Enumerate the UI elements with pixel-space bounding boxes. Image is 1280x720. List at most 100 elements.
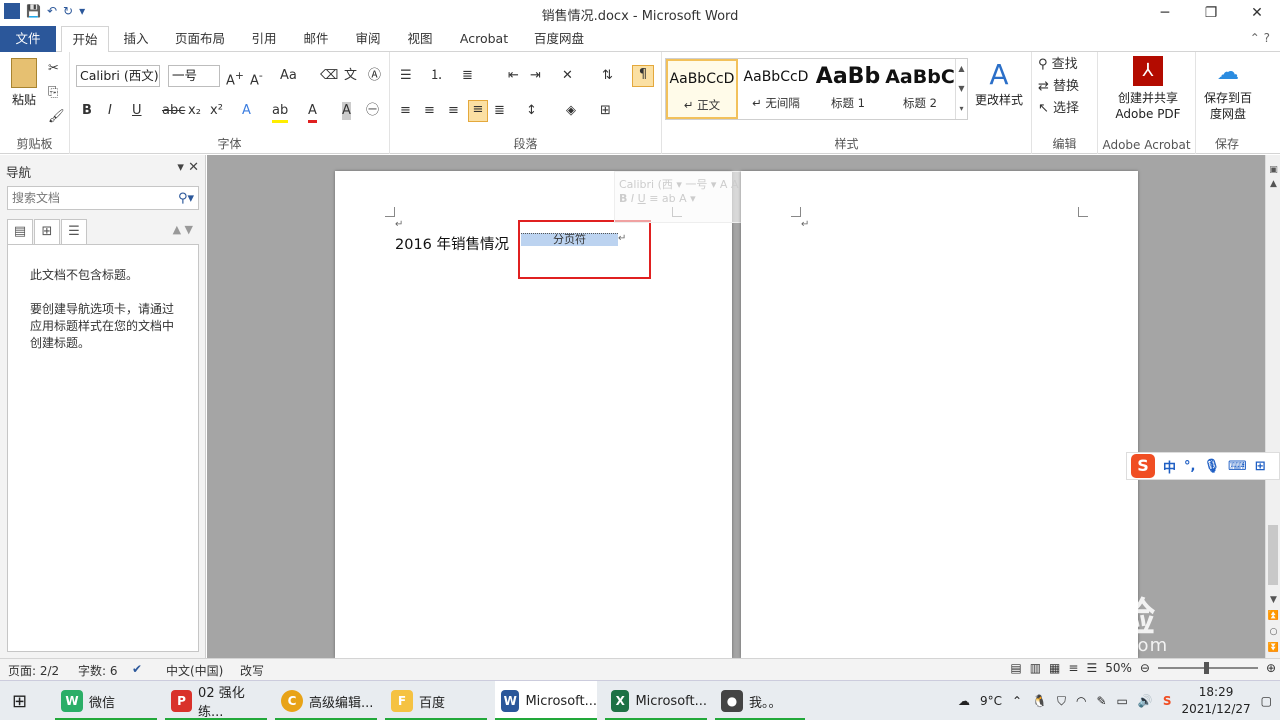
scroll-down-icon[interactable]: ▼: [1266, 595, 1280, 605]
tab-file[interactable]: 文件: [0, 26, 56, 52]
decrease-indent-icon[interactable]: ⇤: [508, 67, 519, 85]
full-screen-icon[interactable]: ▥: [1030, 661, 1041, 675]
strikethrough-icon[interactable]: abc: [162, 102, 185, 120]
taskbar-item-chrome[interactable]: C 高级编辑...: [275, 681, 377, 720]
distributed-icon[interactable]: ≣: [494, 102, 505, 120]
taskbar-item-pdf[interactable]: P 02 强化练...: [165, 681, 267, 720]
increase-indent-icon[interactable]: ⇥: [530, 67, 541, 85]
zoom-thumb[interactable]: [1203, 662, 1209, 674]
phonetic-icon[interactable]: 文: [344, 67, 357, 85]
draft-icon[interactable]: ☰: [1086, 661, 1097, 675]
enclose-char-icon[interactable]: ㊀: [366, 102, 379, 120]
borders-icon[interactable]: ⊞: [600, 102, 611, 120]
taskbar-item-excel[interactable]: X Microsoft...: [605, 681, 707, 720]
style-normal[interactable]: AaBbCcD ↵ 正文: [666, 59, 738, 119]
tab-layout[interactable]: 页面布局: [168, 26, 232, 52]
change-case-icon[interactable]: Aa: [280, 67, 297, 85]
grow-font-icon[interactable]: A+: [226, 67, 244, 90]
next-arrow-icon[interactable]: ▼: [185, 223, 193, 236]
align-right-icon[interactable]: ≡: [448, 102, 459, 120]
tab-insert[interactable]: 插入: [113, 26, 159, 52]
wifi-icon[interactable]: ◠: [1076, 694, 1086, 708]
copy-icon[interactable]: ⎘: [48, 84, 58, 102]
proofing-icon[interactable]: ✔: [132, 662, 142, 676]
sogou-icon[interactable]: S: [1131, 454, 1155, 478]
restore-button[interactable]: ❐: [1188, 0, 1234, 26]
outline-icon[interactable]: ≡: [1068, 661, 1078, 675]
highlight-icon[interactable]: ab: [272, 102, 289, 123]
qq-icon[interactable]: 🐧: [1032, 694, 1047, 708]
clear-format-icon[interactable]: ⌫: [320, 67, 338, 85]
sogou-tray-icon[interactable]: S: [1163, 694, 1172, 708]
justify-icon[interactable]: ≡: [468, 100, 488, 122]
taskbar-item-app[interactable]: ● 我。。: [715, 681, 805, 720]
microphone-icon[interactable]: 🎙: [1203, 459, 1220, 474]
nav-close-icon[interactable]: ✕: [188, 160, 199, 175]
collapse-ribbon-icon[interactable]: ⌃: [1250, 31, 1260, 45]
prev-arrow-icon[interactable]: ▲: [173, 223, 181, 236]
shrink-font-icon[interactable]: A-: [250, 67, 263, 90]
taskbar-item-folder[interactable]: F 百度: [385, 681, 487, 720]
zoom-in-icon[interactable]: ⊕: [1266, 661, 1276, 675]
gallery-scroll[interactable]: ▲ ▼ ▾: [955, 59, 967, 119]
ime-punct[interactable]: °,: [1184, 459, 1195, 474]
tab-acrobat[interactable]: Acrobat: [452, 26, 516, 52]
format-painter-icon[interactable]: 🖌: [48, 108, 65, 126]
word-count[interactable]: 字数: 6: [78, 662, 118, 679]
grid-icon[interactable]: ⊞: [1255, 459, 1266, 474]
tray-expand-icon[interactable]: ⌃: [1012, 694, 1022, 708]
volume-icon[interactable]: 🔊: [1138, 694, 1153, 708]
paste-button[interactable]: 粘贴: [6, 58, 42, 108]
zoom-level[interactable]: 50%: [1105, 661, 1132, 675]
zoom-out-icon[interactable]: ⊖: [1140, 661, 1150, 675]
tab-view[interactable]: 视图: [400, 26, 440, 52]
tab-headings[interactable]: ▤: [7, 219, 33, 245]
windows-start-icon[interactable]: ⊞: [12, 691, 27, 712]
font-size-select[interactable]: 一号: [168, 65, 220, 87]
ime-lang[interactable]: 中: [1163, 457, 1176, 476]
shading-icon[interactable]: ◈: [566, 102, 576, 120]
tab-home[interactable]: 开始: [61, 26, 109, 53]
keyboard-icon[interactable]: ⌨: [1228, 459, 1247, 474]
vertical-scrollbar[interactable]: ▣ ▲ ▼ ⏫ ○ ⏬: [1265, 155, 1280, 658]
numbering-icon[interactable]: ⒈: [430, 67, 443, 85]
replace-button[interactable]: ⇄ 替换: [1038, 78, 1079, 96]
align-left-icon[interactable]: ≡: [400, 102, 411, 120]
find-button[interactable]: ⚲ 查找: [1038, 56, 1078, 74]
tab-baidu[interactable]: 百度网盘: [526, 26, 592, 52]
underline-icon[interactable]: U: [132, 102, 142, 120]
notification-icon[interactable]: ▢: [1261, 694, 1272, 708]
change-styles-button[interactable]: A 更改样式: [972, 58, 1026, 108]
align-center-icon[interactable]: ≡: [424, 102, 435, 120]
tab-mailings[interactable]: 邮件: [296, 26, 336, 52]
show-marks-icon[interactable]: ¶: [632, 65, 654, 87]
browse-object-icon[interactable]: ○: [1266, 627, 1280, 637]
document-heading[interactable]: 2016 年销售情况: [395, 233, 509, 254]
char-border-icon[interactable]: Ⓐ: [368, 67, 381, 85]
superscript-icon[interactable]: x²: [210, 102, 223, 120]
tab-review[interactable]: 审阅: [348, 26, 388, 52]
font-name-select[interactable]: Calibri (西文): [76, 65, 160, 87]
asian-layout-icon[interactable]: ✕: [562, 67, 573, 85]
cut-icon[interactable]: ✂: [48, 60, 59, 78]
language[interactable]: 中文(中国): [166, 662, 223, 679]
weather-icon[interactable]: ☁: [958, 694, 970, 708]
ime-toolbar[interactable]: S 中 °, 🎙 ⌨ ⊞: [1126, 452, 1280, 480]
prev-page-icon[interactable]: ⏫: [1266, 611, 1280, 621]
select-button[interactable]: ↖ 选择: [1038, 100, 1079, 118]
subscript-icon[interactable]: x₂: [188, 102, 201, 120]
char-shading-icon[interactable]: A: [342, 102, 351, 120]
battery-icon[interactable]: ▭: [1117, 694, 1128, 708]
tab-pages[interactable]: ⊞: [34, 219, 60, 245]
weather-temp[interactable]: 9°C: [980, 694, 1002, 708]
save-baidu-button[interactable]: ☁ 保存到百度网盘: [1200, 56, 1256, 122]
clock[interactable]: 18:29 2021/12/27: [1181, 684, 1250, 718]
italic-icon[interactable]: I: [108, 102, 112, 120]
page-1[interactable]: ↵ 2016 年销售情况 分页符 ↵ Calibri (西 ▾ 一号 ▾ A A…: [335, 171, 818, 658]
create-pdf-button[interactable]: ⅄ 创建并共享 Adobe PDF: [1108, 56, 1188, 122]
tab-results[interactable]: ☰: [61, 219, 87, 245]
web-layout-icon[interactable]: ▦: [1049, 661, 1060, 675]
tab-references[interactable]: 引用: [244, 26, 284, 52]
zoom-slider[interactable]: [1157, 662, 1258, 674]
style-no-spacing[interactable]: AaBbCcD ↵ 无间隔: [740, 59, 812, 119]
